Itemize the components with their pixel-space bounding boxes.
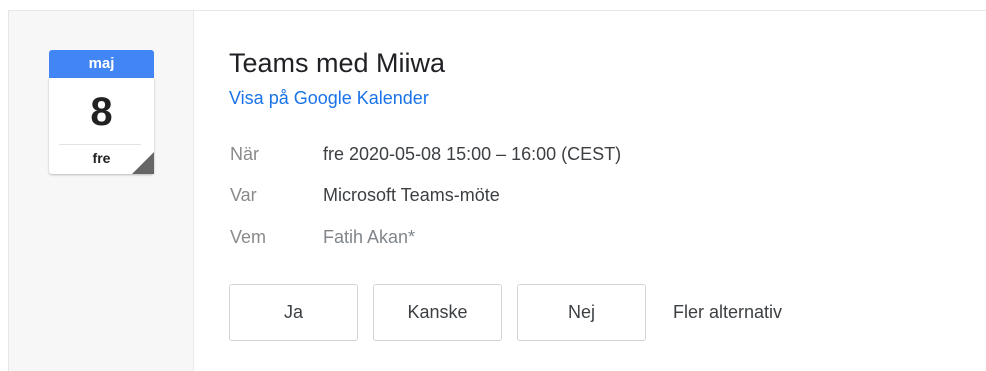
calendar-divider	[59, 144, 141, 145]
calendar-page: 8 fre	[49, 78, 154, 174]
calendar-day: 8	[90, 90, 113, 134]
who-value[interactable]: Fatih Akan*	[323, 225, 415, 249]
when-label: När	[230, 144, 260, 164]
rsvp-yes-button[interactable]: Ja	[229, 284, 358, 341]
view-in-google-calendar-link[interactable]: Visa på Google Kalender	[229, 86, 429, 110]
rsvp-maybe-button[interactable]: Kanske	[373, 284, 502, 341]
who-label: Vem	[230, 227, 267, 247]
calendar-date-icon: maj 8 fre	[49, 50, 154, 174]
where-label: Var	[230, 185, 257, 205]
event-title: Teams med Miiwa	[229, 48, 446, 78]
page-curl-icon	[132, 152, 154, 174]
where-value: Microsoft Teams-möte	[323, 185, 500, 205]
more-options-link[interactable]: Fler alternativ	[673, 300, 782, 324]
calendar-month: maj	[49, 50, 154, 78]
rsvp-no-button[interactable]: Nej	[517, 284, 646, 341]
when-value: fre 2020-05-08 15:00 – 16:00 (CEST)	[323, 144, 622, 164]
event-invitation-card: maj 8 fre Teams med Miiwa Visa på Google…	[0, 0, 986, 371]
